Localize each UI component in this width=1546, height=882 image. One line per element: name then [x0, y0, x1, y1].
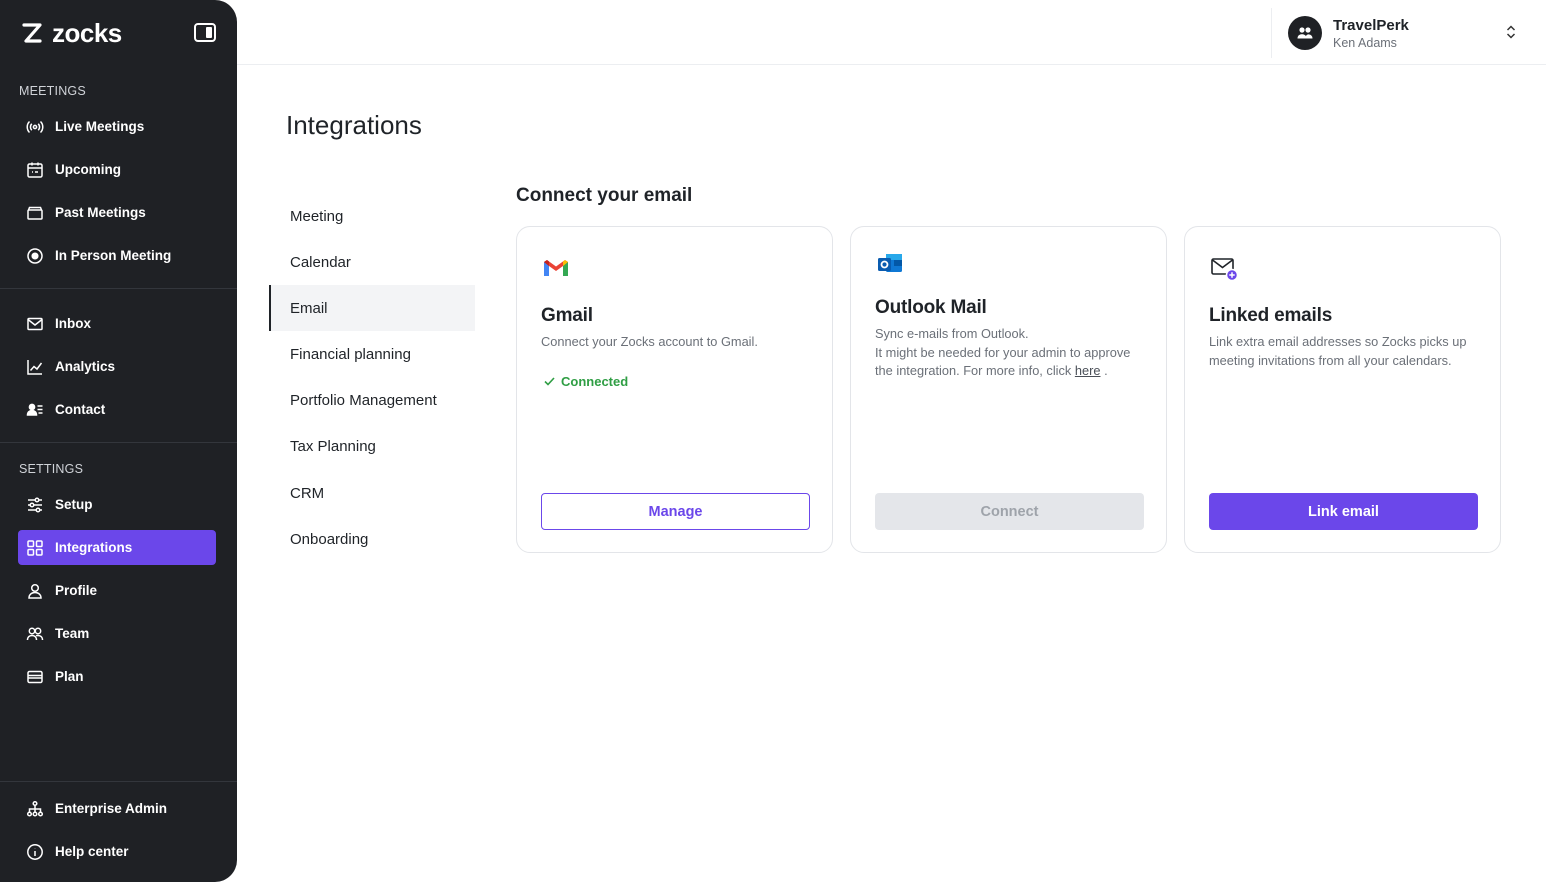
- sidebar-item-enterprise-admin[interactable]: Enterprise Admin: [18, 791, 216, 826]
- sliders-icon: [26, 496, 44, 514]
- org-chart-icon: [26, 800, 44, 818]
- subnav-item-meeting[interactable]: Meeting: [269, 193, 475, 239]
- sidebar-item-label: Team: [55, 626, 90, 641]
- subnav-item-tax-planning[interactable]: Tax Planning: [269, 423, 475, 469]
- meetings-section-label: MEETINGS: [19, 84, 86, 98]
- sidebar: zocks MEETINGS Live Meetings Upcoming Pa…: [0, 0, 237, 882]
- subnav-item-financial-planning[interactable]: Financial planning: [269, 331, 475, 377]
- sidebar-divider: [0, 442, 237, 443]
- check-icon: [544, 377, 555, 386]
- sidebar-item-label: Profile: [55, 583, 98, 598]
- status-badge: Connected: [544, 374, 628, 389]
- archive-icon: [26, 204, 44, 222]
- card-title: Linked emails: [1209, 305, 1333, 326]
- outlook-icon: [878, 254, 902, 272]
- chart-icon: [26, 358, 44, 376]
- sidebar-item-label: Plan: [55, 669, 84, 684]
- outlook-card: Outlook Mail Sync e-mails from Outlook. …: [850, 226, 1167, 553]
- linked-emails-card: Linked emails Link extra email addresses…: [1184, 226, 1501, 553]
- sidebar-item-label: Analytics: [55, 359, 116, 374]
- account-info: TravelPerk Ken Adams: [1333, 17, 1409, 50]
- settings-section-label: SETTINGS: [19, 462, 84, 476]
- sidebar-item-past-meetings[interactable]: Past Meetings: [18, 195, 216, 230]
- card-description: Link extra email addresses so Zocks pick…: [1209, 334, 1467, 368]
- sidebar-item-label: Past Meetings: [55, 205, 146, 220]
- section-title: Connect your email: [516, 185, 693, 206]
- sidebar-item-analytics[interactable]: Analytics: [18, 349, 216, 384]
- gmail-card: Gmail Connect your Zocks account to Gmai…: [516, 226, 833, 553]
- sidebar-item-label: Setup: [55, 497, 93, 512]
- sidebar-item-label: Upcoming: [55, 162, 121, 177]
- chevron-up-down-icon: [1506, 25, 1516, 39]
- sidebar-item-upcoming[interactable]: Upcoming: [18, 152, 216, 187]
- status-text: Connected: [561, 374, 629, 389]
- account-user-name: Ken Adams: [1333, 35, 1397, 50]
- team-icon: [26, 625, 44, 643]
- sidebar-item-integrations[interactable]: Integrations: [18, 530, 216, 565]
- avatar: [1288, 16, 1322, 50]
- sidebar-divider: [0, 288, 237, 289]
- logo-text: zocks: [52, 18, 122, 48]
- subnav-item-portfolio-management[interactable]: Portfolio Management: [269, 377, 475, 423]
- sidebar-item-profile[interactable]: Profile: [18, 573, 216, 608]
- connect-button[interactable]: Connect: [875, 493, 1144, 530]
- user-icon: [26, 582, 44, 600]
- app-root: zocks MEETINGS Live Meetings Upcoming Pa…: [0, 0, 1546, 882]
- account-switcher[interactable]: TravelPerk Ken Adams: [1271, 8, 1546, 58]
- record-icon: [26, 247, 44, 265]
- team-icon: [1297, 27, 1313, 39]
- logo[interactable]: zocks: [20, 18, 122, 49]
- sidebar-item-label: In Person Meeting: [55, 248, 172, 263]
- account-org-name: TravelPerk: [1333, 16, 1409, 34]
- mail-add-icon: [1211, 258, 1239, 282]
- card-description: Sync e-mails from Outlook. It might be n…: [875, 325, 1146, 381]
- manage-button[interactable]: Manage: [541, 493, 810, 530]
- zocks-logo-icon: [22, 22, 42, 43]
- card-title: Gmail: [541, 305, 593, 326]
- card-title: Outlook Mail: [875, 297, 987, 318]
- sidebar-item-help-center[interactable]: Help center: [18, 834, 216, 869]
- sidebar-item-inbox[interactable]: Inbox: [18, 306, 216, 341]
- sidebar-collapse-icon[interactable]: [194, 23, 216, 42]
- card-description-line: Sync e-mails from Outlook.: [875, 326, 1029, 341]
- page-title: Integrations: [286, 110, 422, 140]
- sidebar-item-setup[interactable]: Setup: [18, 487, 216, 522]
- sidebar-item-label: Inbox: [55, 316, 91, 331]
- sidebar-divider: [0, 781, 237, 782]
- contact-icon: [26, 401, 44, 419]
- calendar-icon: [26, 161, 44, 179]
- gmail-icon: [544, 260, 568, 276]
- sidebar-item-label: Enterprise Admin: [55, 801, 168, 816]
- card-description-end: .: [1104, 363, 1108, 378]
- grid-icon: [26, 539, 44, 557]
- sidebar-item-label: Integrations: [55, 540, 133, 555]
- link-email-button[interactable]: Link email: [1209, 493, 1478, 530]
- subnav-item-email[interactable]: Email: [269, 285, 475, 331]
- sidebar-item-label: Help center: [55, 844, 129, 859]
- sidebar-item-plan[interactable]: Plan: [18, 659, 216, 694]
- subnav-item-onboarding[interactable]: Onboarding: [269, 516, 475, 562]
- subnav-item-calendar[interactable]: Calendar: [269, 239, 475, 285]
- sidebar-item-team[interactable]: Team: [18, 616, 216, 651]
- sidebar-item-label: Contact: [55, 402, 106, 417]
- info-icon: [26, 843, 44, 861]
- subnav-item-crm[interactable]: CRM: [269, 470, 475, 516]
- card-description: Connect your Zocks account to Gmail.: [541, 334, 758, 349]
- broadcast-icon: [26, 118, 44, 136]
- sidebar-item-contact[interactable]: Contact: [18, 392, 216, 427]
- sidebar-item-in-person-meeting[interactable]: In Person Meeting: [18, 238, 216, 273]
- mail-icon: [26, 315, 44, 333]
- here-link[interactable]: here: [1075, 363, 1101, 378]
- card-icon: [26, 668, 44, 686]
- sidebar-item-live-meetings[interactable]: Live Meetings: [18, 109, 216, 144]
- sidebar-item-label: Live Meetings: [55, 119, 145, 134]
- card-description-line: It might be needed for your admin to app…: [875, 344, 1146, 381]
